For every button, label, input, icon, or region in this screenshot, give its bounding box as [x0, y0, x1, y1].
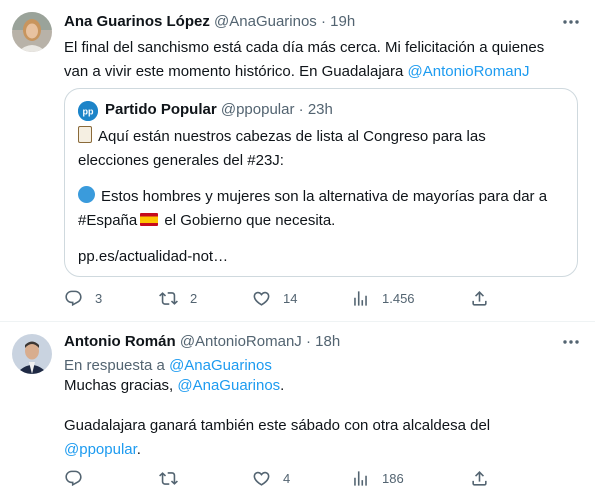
retweet-button[interactable]: [159, 469, 178, 488]
timestamp[interactable]: 19h: [330, 13, 355, 30]
timestamp[interactable]: 18h: [315, 333, 340, 350]
mention-link[interactable]: @ppopular: [64, 441, 137, 458]
share-icon: [472, 471, 487, 486]
reply-icon: [65, 470, 82, 487]
retweet-button[interactable]: 2: [159, 289, 197, 308]
quoted-link: pp.es/actualidad-not…: [78, 248, 229, 265]
tweet-text-fragment: .: [136, 441, 141, 458]
views-button[interactable]: 1.456: [351, 289, 415, 308]
like-count: 4: [283, 471, 291, 486]
avatar[interactable]: [12, 334, 52, 374]
separator: ·: [320, 13, 326, 30]
tweet-ana-guarinos[interactable]: Ana Guarinos López @AnaGuarinos · 19h El…: [0, 0, 595, 322]
svg-text:pp: pp: [83, 107, 94, 117]
tweet-text: El final del sanchismo está cada día más…: [64, 36, 574, 84]
like-button[interactable]: 4: [252, 469, 290, 488]
reply-to-link[interactable]: @AnaGuarinos: [169, 357, 272, 374]
ppopular-avatar[interactable]: pp: [78, 101, 98, 121]
retweet-icon: [159, 472, 178, 485]
views-button[interactable]: 186: [351, 469, 404, 488]
share-button[interactable]: [470, 289, 489, 308]
quoted-text-line: Aquí están nuestros cabezas de lista al …: [78, 125, 568, 149]
more-icon[interactable]: [561, 12, 581, 32]
blue-circle-icon: [78, 186, 95, 203]
clipboard-icon: [78, 126, 92, 143]
tweet-text-fragment: van a vivir este momento histórico. En G…: [64, 63, 408, 80]
like-button[interactable]: 14: [252, 289, 297, 308]
like-icon: [253, 291, 270, 306]
tweet-text: Muchas gracias, @AnaGuarinos.: [64, 374, 574, 398]
author-handle[interactable]: @AntonioRomanJ: [180, 333, 302, 350]
reply-icon: [65, 290, 82, 307]
tweet-header: Antonio Román @AntonioRomanJ · 18h: [64, 332, 340, 352]
tweet-text-line: Muchas gracias, @AnaGuarinos.: [64, 374, 574, 398]
quoted-text-fragment: Aquí están nuestros cabezas de lista al …: [98, 128, 486, 145]
quoted-text-fragment: el Gobierno que necesita.: [160, 212, 336, 229]
retweet-count: 2: [190, 291, 198, 306]
hashtag: #España: [78, 212, 138, 229]
author-name[interactable]: Ana Guarinos López: [64, 13, 210, 30]
like-count: 14: [283, 291, 298, 306]
spain-flag-icon: [140, 213, 159, 226]
views-count: 1.456: [382, 291, 415, 306]
author-handle[interactable]: @AnaGuarinos: [214, 13, 317, 30]
reply-button[interactable]: [64, 469, 83, 488]
like-icon: [253, 471, 270, 486]
tweet-text-fragment: Muchas gracias,: [64, 377, 178, 394]
share-icon: [472, 291, 487, 306]
more-icon[interactable]: [561, 332, 581, 352]
quoted-text-fragment: Estos hombres y mujeres son la alternati…: [101, 188, 548, 205]
quoted-timestamp: 23h: [307, 101, 333, 118]
reply-count: 3: [95, 291, 103, 306]
quoted-author-name: Partido Popular: [105, 101, 217, 118]
reply-prefix: En respuesta a: [64, 357, 170, 374]
quoted-text-line: Estos hombres y mujeres son la alternati…: [78, 185, 568, 209]
reply-button[interactable]: 3: [64, 289, 102, 308]
quoted-tweet-header: Partido Popular @ppopular · 23h: [105, 100, 333, 120]
quoted-author-handle: @ppopular: [220, 101, 295, 118]
tweet-text-line: @ppopular.: [64, 438, 574, 462]
retweet-icon: [159, 292, 178, 305]
separator: ·: [305, 333, 311, 350]
tweet-text-line: Guadalajara ganará también este sábado c…: [64, 417, 491, 434]
tweet-text-line: van a vivir este momento histórico. En G…: [64, 60, 574, 84]
tweet-text-line: El final del sanchismo está cada día más…: [64, 39, 545, 56]
views-icon: [354, 471, 367, 486]
quoted-text-line: #España el Gobierno que necesita.: [78, 209, 568, 233]
views-count: 186: [382, 471, 404, 486]
avatar[interactable]: [12, 12, 52, 52]
share-button[interactable]: [470, 469, 489, 488]
tweet-text-fragment: .: [280, 377, 285, 394]
author-name[interactable]: Antonio Román: [64, 333, 176, 350]
mention-link[interactable]: @AntonioRomanJ: [408, 63, 530, 80]
quoted-text-line: elecciones generales del #23J:: [78, 152, 284, 169]
tweet-header: Ana Guarinos López @AnaGuarinos · 19h: [64, 12, 355, 32]
mention-link[interactable]: @AnaGuarinos: [177, 377, 280, 394]
views-icon: [354, 291, 367, 306]
tweet-antonio-roman[interactable]: Antonio Román @AntonioRomanJ · 18h En re…: [0, 322, 595, 492]
tweet-text: Guadalajara ganará también este sábado c…: [64, 414, 574, 462]
separator: ·: [298, 101, 304, 118]
quoted-tweet[interactable]: pp Partido Popular @ppopular · 23h Aquí …: [64, 88, 578, 277]
